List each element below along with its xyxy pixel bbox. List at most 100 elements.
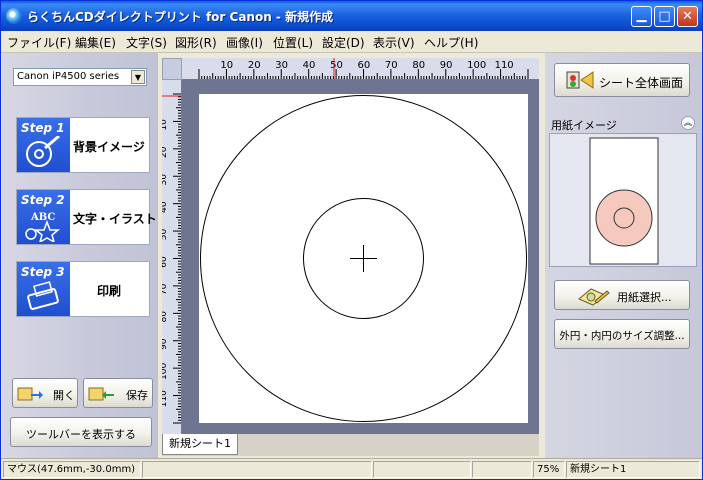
menu-help[interactable]: ヘルプ(H) (424, 34, 478, 51)
paper-select-button[interactable]: 用紙選択... (554, 280, 690, 310)
status-zoom: 75% (533, 461, 565, 478)
sheet-tab-bar: 新規シート1 (162, 434, 539, 456)
horizontal-ruler: 10 20 30 40 50 60 70 80 90 100 110 (182, 58, 539, 80)
show-toolbar-button[interactable]: ツールバーを表示する (10, 417, 152, 447)
printer-dropdown-value: Canon iP4500 series (17, 71, 120, 82)
vertical-ruler: 10 20 30 40 50 60 70 80 90 100 110 (162, 80, 182, 434)
paper-image-header: 用紙イメージ ︽ (549, 115, 697, 133)
vruler-label: 110 (162, 390, 169, 407)
paper-image-header-label: 用紙イメージ (551, 119, 617, 132)
maximize-icon: □ (658, 9, 671, 24)
disc-print-sheet[interactable] (199, 94, 528, 423)
disc-preview-inner (613, 207, 635, 229)
full-sheet-view-button[interactable]: シート全体画面 (554, 63, 690, 97)
app-cd-icon (6, 8, 22, 24)
step1-label: 背景イメージ (73, 140, 145, 154)
paper-image-preview (549, 133, 697, 267)
step3-badge: Step 3 (17, 262, 70, 316)
hruler-label: 60 (358, 60, 371, 71)
app-window: らくちんCDダイレクトプリント for Canon - 新規作成 ▁ □ ✕ フ… (0, 0, 703, 480)
step3-print-button[interactable]: Step 3 印刷 (16, 261, 150, 317)
size-adjust-button[interactable]: 外円・内円のサイズ調整... (554, 319, 690, 349)
vertical-ruler-ticks: 10 20 30 40 50 60 70 80 90 100 110 (162, 93, 181, 424)
step2-label: 文字・イラスト (73, 212, 157, 226)
save-button-label: 保存 (126, 389, 148, 402)
hruler-label: 20 (248, 60, 261, 71)
status-empty-2 (373, 461, 471, 478)
menu-shape[interactable]: 図形(R) (175, 34, 217, 51)
menu-file[interactable]: ファイル(F) (7, 34, 71, 51)
open-folder-icon (17, 387, 43, 401)
status-sheet-name: 新規シート1 (566, 461, 700, 478)
step3-badge-text: Step 3 (21, 265, 65, 279)
cd-brush-icon (26, 136, 60, 167)
right-panel: シート全体画面 用紙イメージ ︽ 用紙選択... 外円・内円のサイズ調整... (545, 53, 702, 458)
collapse-chevron-icon[interactable]: ︽ (681, 116, 695, 130)
title-bar[interactable]: らくちんCDダイレクトプリント for Canon - 新規作成 ▁ □ ✕ (1, 1, 702, 31)
paper-select-icon (578, 288, 610, 306)
open-button[interactable]: 開く (12, 378, 78, 408)
hruler-label: 70 (385, 60, 398, 71)
vruler-label: 70 (162, 283, 169, 295)
vruler-label: 50 (162, 229, 169, 241)
printer-icon (27, 281, 59, 310)
minimize-icon: ▁ (636, 8, 647, 23)
close-button[interactable]: ✕ (677, 6, 698, 27)
hruler-label: 80 (412, 60, 425, 71)
show-toolbar-label: ツールバーを表示する (26, 428, 136, 441)
step2-badge-text: Step 2 (21, 193, 65, 207)
status-mouse-position: マウス(47.6mm,-30.0mm) (3, 461, 141, 478)
hruler-label: 100 (467, 60, 486, 71)
menu-view[interactable]: 表示(V) (373, 34, 415, 51)
status-bar: マウス(47.6mm,-30.0mm) 75% 新規シート1 (1, 458, 702, 479)
open-button-label: 開く (53, 389, 75, 402)
maximize-button[interactable]: □ (654, 6, 675, 27)
abc-star-icon: ABC (25, 212, 61, 242)
hruler-label: 90 (440, 60, 453, 71)
ruler-corner (162, 58, 182, 80)
vruler-label: 80 (162, 311, 169, 323)
step2-text-illust-button[interactable]: Step 2 ABC 文字・イラスト (16, 189, 157, 245)
step1-badge: Step 1 (17, 118, 70, 172)
save-folder-icon (88, 387, 114, 401)
svg-text:ABC: ABC (30, 212, 55, 223)
full-sheet-view-icon (566, 71, 594, 89)
full-sheet-view-label: シート全体画面 (599, 76, 684, 90)
menu-text[interactable]: 文字(S) (126, 34, 167, 51)
vruler-label: 10 (162, 119, 169, 131)
size-adjust-label: 外円・内円のサイズ調整... (559, 330, 685, 342)
menu-image[interactable]: 画像(I) (226, 34, 263, 51)
vruler-label: 40 (162, 201, 169, 213)
menu-position[interactable]: 位置(L) (273, 34, 313, 51)
hruler-label: 30 (275, 60, 288, 71)
status-empty-1 (142, 461, 372, 478)
step3-label: 印刷 (97, 284, 122, 298)
step1-background-button[interactable]: Step 1 背景イメージ (16, 117, 150, 173)
paper-select-label: 用紙選択... (617, 291, 672, 304)
hruler-label: 10 (220, 60, 233, 71)
paper-preview-graphic (589, 137, 659, 265)
status-empty-3 (472, 461, 532, 478)
menu-edit[interactable]: 編集(E) (75, 34, 116, 51)
vruler-label: 30 (162, 174, 169, 186)
vruler-label: 20 (162, 146, 169, 158)
window-title: らくちんCDダイレクトプリント for Canon - 新規作成 (27, 10, 334, 24)
design-canvas-area[interactable] (182, 80, 539, 434)
vruler-label: 90 (162, 338, 169, 350)
vruler-label: 60 (162, 256, 169, 268)
hruler-label: 40 (303, 60, 316, 71)
step1-badge-text: Step 1 (21, 121, 65, 135)
horizontal-ruler-ticks: 10 20 30 40 50 60 70 80 90 100 110 (198, 58, 529, 79)
close-icon: ✕ (682, 9, 693, 24)
vruler-label: 100 (162, 363, 169, 380)
menu-settings[interactable]: 設定(D) (322, 34, 365, 51)
printer-dropdown[interactable]: Canon iP4500 series ▼ (13, 68, 147, 86)
step2-badge: Step 2 ABC (17, 190, 70, 244)
hruler-label: 50 (330, 60, 343, 71)
save-button[interactable]: 保存 (83, 378, 153, 408)
sheet-tab-1[interactable]: 新規シート1 (162, 434, 238, 455)
chevron-down-icon[interactable]: ▼ (131, 70, 145, 84)
left-panel: Canon iP4500 series ▼ Step 1 背景イメージ Step… (2, 53, 158, 458)
disc-layout (200, 95, 527, 422)
minimize-button[interactable]: ▁ (631, 6, 652, 27)
